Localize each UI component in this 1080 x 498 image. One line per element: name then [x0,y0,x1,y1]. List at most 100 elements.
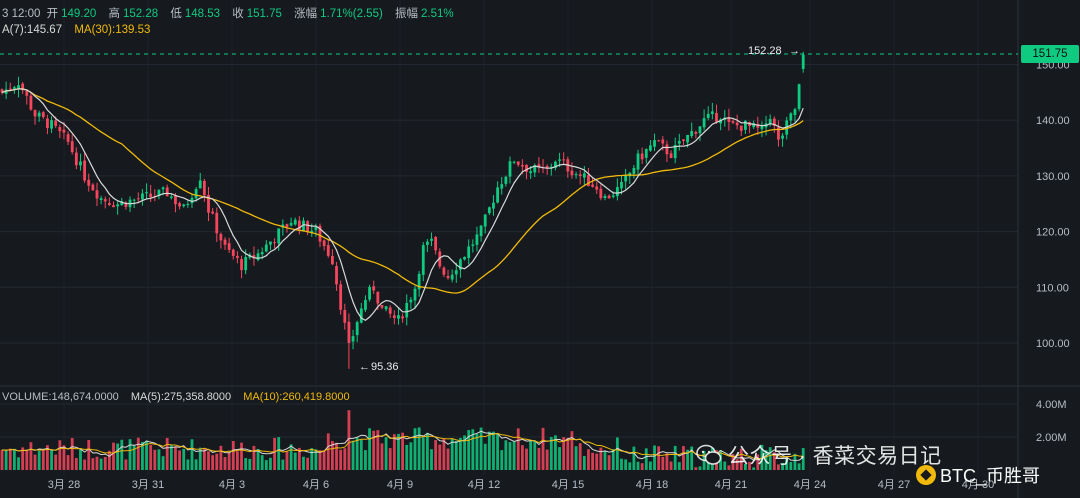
candle-body [595,186,599,190]
volume-bar [58,440,62,470]
candle-body [174,195,177,205]
candle-body [186,204,190,206]
volume-bar [310,448,314,470]
candle-body [570,170,574,176]
time-tick: 4月 21 [715,479,747,491]
candle-body [615,187,619,197]
candle-body [79,161,82,166]
candle-body [256,253,260,260]
volume-bar [281,459,285,470]
volume-bar [682,446,685,470]
volume-bar [669,461,673,470]
svg-text:←: ← [359,361,370,373]
candle-body [690,131,694,137]
candle-body [500,184,504,189]
volume-bar [264,460,268,470]
candle-body [322,240,326,247]
candle-body [29,95,33,110]
candle-body [512,161,516,163]
volume-axis: 2.00M 4.00M [1036,399,1067,444]
candle-body [355,322,359,336]
candle-body [607,195,611,199]
candle-body [50,120,53,129]
candle-body [87,179,91,186]
volume-bar [595,453,599,470]
candle-body [244,257,248,271]
volume-bar [570,431,574,470]
candle-body [657,140,661,142]
volume-bar [128,439,132,470]
candlestick-chart[interactable]: 100.00110.00120.00130.00140.00150.00 2.0… [0,0,1080,498]
candle-body [425,241,429,245]
volume-ma10-legend: MA(10):260,419.8000 [243,391,350,403]
volume-bar [83,459,86,470]
volume-bar [153,449,157,470]
candle-body [591,184,594,187]
volume-bar [211,455,215,470]
volume-tick: 2.00M [1036,432,1067,444]
candle-body [83,160,86,181]
volume-bar [157,449,161,470]
candle-body [620,181,623,189]
price-axis[interactable]: 100.00110.00120.00130.00140.00150.00 [1036,60,1070,351]
volume-bar [17,457,20,470]
candle-body [112,205,115,208]
volume-bar [459,437,462,470]
candle-body [368,287,371,300]
volume-bar [169,444,173,470]
candle-body [132,199,136,201]
time-axis[interactable]: 3月 28 3月 31 4月 3 4月 6 4月 9 4月 12 4月 15 4月 18 4月 … [48,479,994,491]
volume-bar [322,450,326,470]
time-tick: 3月 31 [132,479,164,491]
candle-body [215,212,219,234]
volume-bar [368,428,371,470]
candle-body [194,189,198,199]
candle-body [450,274,454,280]
candle-body [202,180,206,196]
ma30-legend: MA(30):139.53 [74,24,151,36]
candle-body [624,175,628,182]
candle-body [331,256,334,265]
candle-body [454,270,458,275]
time-tick: 4月 6 [303,479,329,491]
volume-bar [640,463,644,470]
volume-bar [487,431,491,470]
candle-body [165,187,169,197]
volume-bar [405,444,409,470]
volume-bar [289,444,293,470]
volume-bar [537,447,541,470]
volume-bar [190,439,194,470]
high-marker-label: 152.28 [748,45,782,57]
volume-bar [260,455,264,470]
candle-body [74,152,78,166]
candle-body [335,265,338,285]
volume-bar [566,437,570,470]
candle-body [54,120,58,126]
volume-bar [124,459,128,470]
volume-bar [430,449,433,470]
candle-body [227,243,231,250]
low-annotation: ← 95.36 [359,361,399,373]
volume-bar [615,437,619,470]
candle-body [702,118,706,128]
candle-body [504,176,508,184]
volume-bar [87,440,91,470]
candle-body [12,87,16,89]
candle-body [653,140,656,147]
candle-body [95,190,99,199]
candle-body [33,110,37,117]
volume-bar [677,462,681,470]
volume-bar [149,445,153,470]
candle-body [797,84,801,109]
volume-bar [355,436,359,470]
volume-bar [364,450,367,470]
candle-body [442,267,446,275]
candle-body [388,307,392,314]
volume-bar [644,448,648,470]
low-value: 148.53 [184,8,221,20]
volume-bar [219,445,223,470]
bnb-icon [916,465,936,485]
amplitude-value: 2.51% [421,8,454,20]
volume-bar [549,437,553,470]
candle-body [260,252,264,255]
